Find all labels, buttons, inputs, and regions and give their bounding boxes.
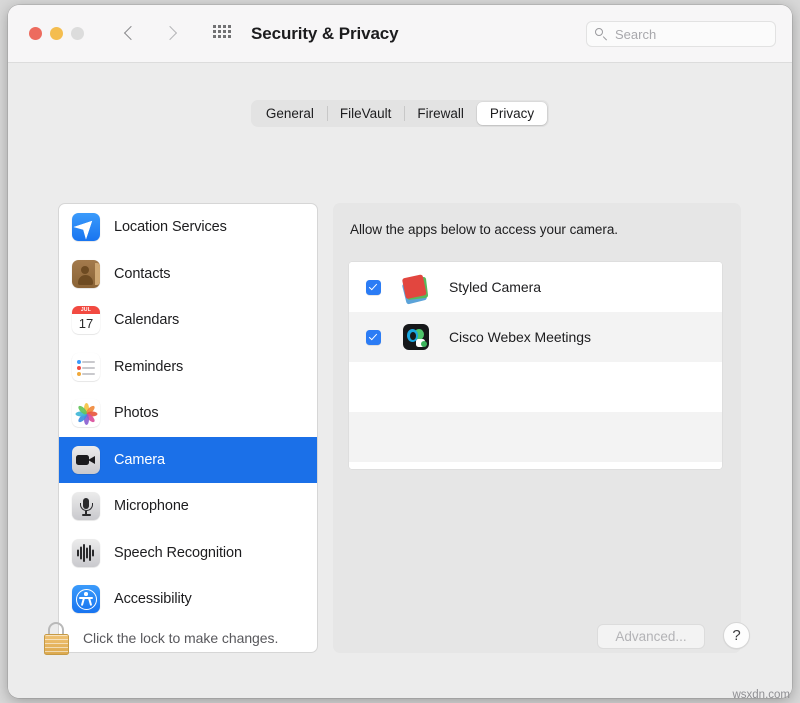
speech-recognition-icon	[72, 538, 100, 567]
app-name: Cisco Webex Meetings	[449, 329, 591, 345]
lock-closed-icon[interactable]	[41, 622, 71, 656]
forward-chevron-icon[interactable]	[163, 23, 179, 45]
app-name: Styled Camera	[449, 279, 541, 295]
reminders-icon	[72, 352, 100, 381]
calendar-icon: JUL 17	[72, 306, 100, 335]
photos-icon	[72, 399, 100, 428]
tab-filevault[interactable]: FileVault	[326, 102, 405, 125]
sidebar-item-label: Accessibility	[114, 591, 192, 608]
table-row-empty	[349, 462, 722, 469]
tab-group: General FileVault Firewall Privacy	[250, 100, 550, 127]
sidebar-item-label: Photos	[114, 405, 159, 422]
zoom-button	[71, 27, 84, 40]
search-icon	[595, 27, 608, 41]
calendar-icon-day: 17	[78, 316, 94, 332]
close-button[interactable]	[29, 27, 42, 40]
search-placeholder: Search	[615, 26, 657, 42]
system-preferences-window: Security & Privacy Search General FileVa…	[8, 5, 792, 698]
show-all-grid-icon[interactable]	[213, 24, 233, 42]
location-services-icon	[72, 213, 100, 242]
privacy-category-list[interactable]: Location Services Contacts JUL 17 Calend…	[58, 203, 318, 653]
contacts-icon	[72, 259, 100, 288]
sidebar-item-calendars[interactable]: JUL 17 Calendars	[59, 297, 317, 344]
table-row-empty	[349, 412, 722, 462]
sidebar-item-label: Camera	[114, 451, 165, 468]
app-permission-checkbox[interactable]	[366, 329, 381, 345]
sidebar-item-label: Contacts	[114, 265, 171, 282]
tab-firewall[interactable]: Firewall	[404, 102, 477, 125]
tab-bar: General FileVault Firewall Privacy	[8, 100, 792, 127]
sidebar-item-contacts[interactable]: Contacts	[59, 251, 317, 298]
sidebar-item-camera[interactable]: Camera	[59, 436, 317, 483]
preferences-content: General FileVault Firewall Privacy Locat…	[8, 63, 792, 698]
allowed-apps-list[interactable]: Styled Camera Cisco Webex Meetings	[349, 262, 722, 469]
sidebar-item-photos[interactable]: Photos	[59, 390, 317, 437]
sidebar-item-microphone[interactable]: Microphone	[59, 483, 317, 530]
minimize-button[interactable]	[50, 27, 63, 40]
app-permission-checkbox[interactable]	[366, 279, 381, 295]
microphone-icon	[72, 492, 100, 521]
sidebar-item-label: Speech Recognition	[114, 544, 242, 561]
traffic-light-group	[29, 27, 84, 40]
sidebar-item-location-services[interactable]: Location Services	[59, 204, 317, 251]
table-row-empty	[349, 362, 722, 412]
navigation-buttons	[122, 23, 179, 45]
back-chevron-icon[interactable]	[122, 23, 138, 45]
lock-message: Click the lock to make changes.	[83, 630, 279, 646]
sidebar-item-speech-recognition[interactable]: Speech Recognition	[59, 530, 317, 577]
styled-camera-app-icon	[401, 272, 431, 305]
tab-privacy[interactable]: Privacy	[476, 102, 548, 125]
sidebar-item-label: Location Services	[114, 219, 227, 236]
page-title: Security & Privacy	[251, 23, 399, 43]
sidebar-item-label: Reminders	[114, 358, 184, 375]
sidebar-item-reminders[interactable]: Reminders	[59, 344, 317, 391]
camera-permissions-panel: Allow the apps below to access your came…	[333, 203, 741, 653]
watermark: wsxdn.com	[732, 689, 790, 701]
privacy-panels: Location Services Contacts JUL 17 Calend…	[58, 203, 741, 653]
table-row[interactable]: Cisco Webex Meetings	[349, 312, 722, 362]
search-field[interactable]: Search	[586, 21, 776, 47]
table-row[interactable]: Styled Camera	[349, 262, 722, 312]
advanced-button[interactable]: Advanced...	[597, 624, 705, 649]
tab-general[interactable]: General	[253, 102, 327, 125]
window-titlebar: Security & Privacy Search	[8, 5, 792, 63]
cisco-webex-app-icon	[401, 322, 431, 352]
camera-icon	[72, 445, 100, 474]
sidebar-item-label: Microphone	[114, 498, 189, 515]
window-footer: Click the lock to make changes. Advanced…	[8, 608, 792, 698]
calendar-icon-month: JUL	[72, 306, 100, 315]
panel-description: Allow the apps below to access your came…	[350, 222, 618, 237]
sidebar-item-label: Calendars	[114, 312, 180, 329]
help-button[interactable]: ?	[723, 622, 750, 649]
